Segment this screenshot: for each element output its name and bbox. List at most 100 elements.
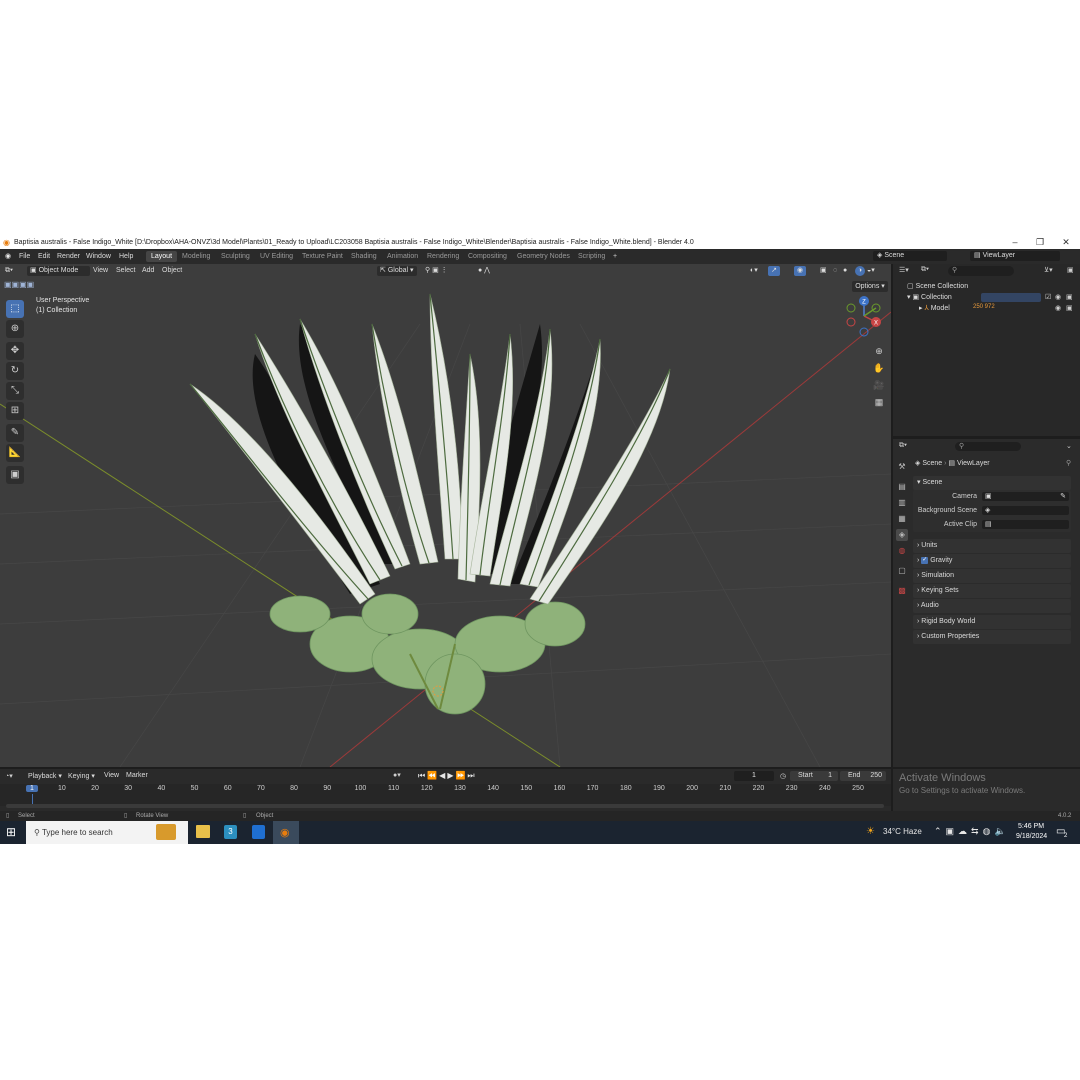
texture-tab-icon[interactable]: ▩: [896, 585, 908, 597]
render-tab-icon[interactable]: ▤: [896, 481, 908, 493]
panel-audio[interactable]: › Audio: [913, 599, 1071, 613]
collection-camera-icon[interactable]: ▣: [1066, 293, 1073, 301]
transform-tool-icon[interactable]: ⊞: [6, 402, 24, 420]
options-dropdown[interactable]: Options ▾: [852, 281, 888, 292]
tab-texture-paint[interactable]: Texture Paint: [297, 251, 348, 262]
tab-scripting[interactable]: Scripting: [573, 251, 610, 262]
add-workspace-button[interactable]: +: [608, 251, 622, 262]
timeline-editor-icon[interactable]: ◔▾: [5, 772, 13, 780]
scene-selector[interactable]: ◈ Scene: [873, 251, 947, 261]
panel-simulation[interactable]: › Simulation: [913, 569, 1071, 583]
panel-units[interactable]: › Units: [913, 539, 1071, 553]
filter-icon[interactable]: ⊻▾: [1044, 266, 1053, 274]
xray-icon[interactable]: ▣: [820, 266, 827, 276]
menu-help[interactable]: Help: [119, 249, 133, 264]
ortho-grid-icon[interactable]: ▦: [872, 395, 886, 409]
render-shading-icon[interactable]: ◒▾: [867, 266, 875, 276]
system-tray-icons[interactable]: ⌃▣☁⇆◍🔈: [934, 826, 1010, 837]
selection-mode-icons[interactable]: ▣▣▣▣: [4, 280, 34, 289]
gravity-checkbox[interactable]: ✓: [921, 556, 929, 564]
collection-eye-icon[interactable]: ◉: [1055, 293, 1061, 301]
restore-button[interactable]: ❐: [1027, 236, 1053, 249]
zoom-icon[interactable]: ⊕: [872, 344, 886, 358]
visibility-icon[interactable]: ◐▾: [750, 266, 758, 276]
close-button[interactable]: ✕: [1053, 236, 1079, 249]
panel-gravity[interactable]: › ✓ Gravity: [913, 554, 1071, 568]
outliner-editor-icon[interactable]: ☰▾: [899, 266, 909, 274]
panel-keying-sets[interactable]: › Keying Sets: [913, 584, 1071, 598]
frame-ruler[interactable]: 1 10 20 30 40 50 60 70 80 90 100 110 120 130 140 150 160…: [0, 784, 891, 806]
mode-selector[interactable]: ▣ Object Mode: [27, 266, 90, 276]
wireframe-shading-icon[interactable]: ◌: [833, 266, 837, 276]
menu-window[interactable]: Window: [86, 249, 111, 264]
transform-orientation[interactable]: ⇱ Global ▾: [377, 266, 417, 276]
viewlayer-selector[interactable]: ▤ ViewLayer: [970, 251, 1060, 261]
tab-rendering[interactable]: Rendering: [422, 251, 464, 262]
file-explorer-icon[interactable]: [196, 825, 210, 838]
viewport-menu-select[interactable]: Select: [116, 266, 135, 276]
scene-collection-row[interactable]: ▢ Scene Collection: [907, 282, 968, 290]
tab-layout[interactable]: Layout: [146, 251, 178, 262]
select-tool-icon[interactable]: ⬚: [6, 300, 24, 318]
world-tab-icon[interactable]: ◍: [896, 545, 908, 557]
camera-view-icon[interactable]: 🎥: [872, 378, 886, 392]
playback-controls[interactable]: ⏮⏪◀▶⏩⏭: [418, 771, 477, 781]
collection-tab-icon[interactable]: ▢: [896, 565, 908, 577]
tab-animation[interactable]: Animation: [382, 251, 423, 262]
briefcase-icon[interactable]: [156, 824, 176, 840]
minimize-button[interactable]: –: [1002, 236, 1028, 249]
timeline-menu-keying[interactable]: Keying ▾: [68, 772, 95, 780]
model-camera-icon[interactable]: ▣: [1066, 304, 1073, 312]
view-layer-tab-icon[interactable]: ▦: [896, 513, 908, 525]
timeline-scrollbar[interactable]: [6, 804, 884, 808]
timeline-menu-view[interactable]: View: [104, 772, 119, 779]
eyedropper-icon[interactable]: ✎: [1060, 492, 1069, 501]
background-scene-field[interactable]: ◈: [982, 506, 1069, 515]
timeline-menu-playback[interactable]: Playback ▾: [28, 772, 62, 780]
output-tab-icon[interactable]: ▥: [896, 497, 908, 509]
panel-rigid-body-world[interactable]: › Rigid Body World: [913, 615, 1071, 629]
3d-viewport[interactable]: ⧉▾ ▣ Object Mode View Select Add Object …: [0, 264, 891, 767]
display-mode-icon[interactable]: ⧉▾: [921, 266, 929, 274]
menu-render[interactable]: Render: [57, 249, 80, 264]
model-eye-icon[interactable]: ◉: [1055, 304, 1061, 312]
measure-tool-icon[interactable]: 📐: [6, 444, 24, 462]
model-row[interactable]: ▸ ⅄ Model: [919, 304, 950, 312]
proportional-edit-icon[interactable]: ● ⋀: [478, 266, 490, 276]
navigation-gizmo[interactable]: Z X: [842, 294, 886, 338]
viewport-menu-add[interactable]: Add: [142, 266, 154, 276]
editor-type-icon[interactable]: ⧉▾: [5, 266, 13, 276]
panel-custom-properties[interactable]: › Custom Properties: [913, 630, 1071, 644]
start-frame-field[interactable]: Start 1: [790, 771, 838, 781]
scale-tool-icon[interactable]: ⤡: [6, 382, 24, 400]
tool-tab-icon[interactable]: ⚒: [896, 461, 908, 473]
new-collection-icon[interactable]: ▣: [1067, 266, 1074, 274]
collection-checkbox-icon[interactable]: ☑: [1045, 293, 1051, 301]
cursor-tool-icon[interactable]: ⊕: [6, 320, 24, 338]
annotate-tool-icon[interactable]: ✎: [6, 424, 24, 442]
tab-uv-editing[interactable]: UV Editing: [255, 251, 298, 262]
tab-modeling[interactable]: Modeling: [177, 251, 215, 262]
material-shading-icon[interactable]: ◑: [855, 266, 865, 276]
add-cube-tool-icon[interactable]: ▣: [6, 466, 24, 484]
clock-time[interactable]: 5:46 PM: [1018, 823, 1044, 830]
camera-field[interactable]: ▣ ✎: [982, 492, 1069, 501]
solid-shading-icon[interactable]: ●: [843, 266, 847, 276]
properties-menu-icon[interactable]: ⌄: [1066, 442, 1072, 450]
menu-file[interactable]: File: [19, 249, 30, 264]
tab-sculpting[interactable]: Sculpting: [216, 251, 255, 262]
properties-editor-icon[interactable]: ⧉▾: [899, 442, 907, 450]
active-clip-field[interactable]: ▤: [982, 520, 1069, 529]
app-3-icon[interactable]: 3: [224, 825, 237, 839]
viewport-menu-view[interactable]: View: [93, 266, 108, 276]
app-browser-icon[interactable]: [252, 825, 265, 839]
collection-row[interactable]: ▾ ▣ Collection: [907, 293, 952, 301]
blender-menu-icon[interactable]: ◉: [5, 249, 11, 264]
rotate-tool-icon[interactable]: ↻: [6, 362, 24, 380]
outliner-search-input[interactable]: ⚲: [948, 266, 1014, 276]
viewport-menu-object[interactable]: Object: [162, 266, 182, 276]
timeline-menu-marker[interactable]: Marker: [126, 772, 148, 779]
tab-shading[interactable]: Shading: [346, 251, 382, 262]
properties-search-input[interactable]: ⚲: [955, 442, 1021, 451]
windows-start-icon[interactable]: ⊞: [6, 825, 16, 839]
